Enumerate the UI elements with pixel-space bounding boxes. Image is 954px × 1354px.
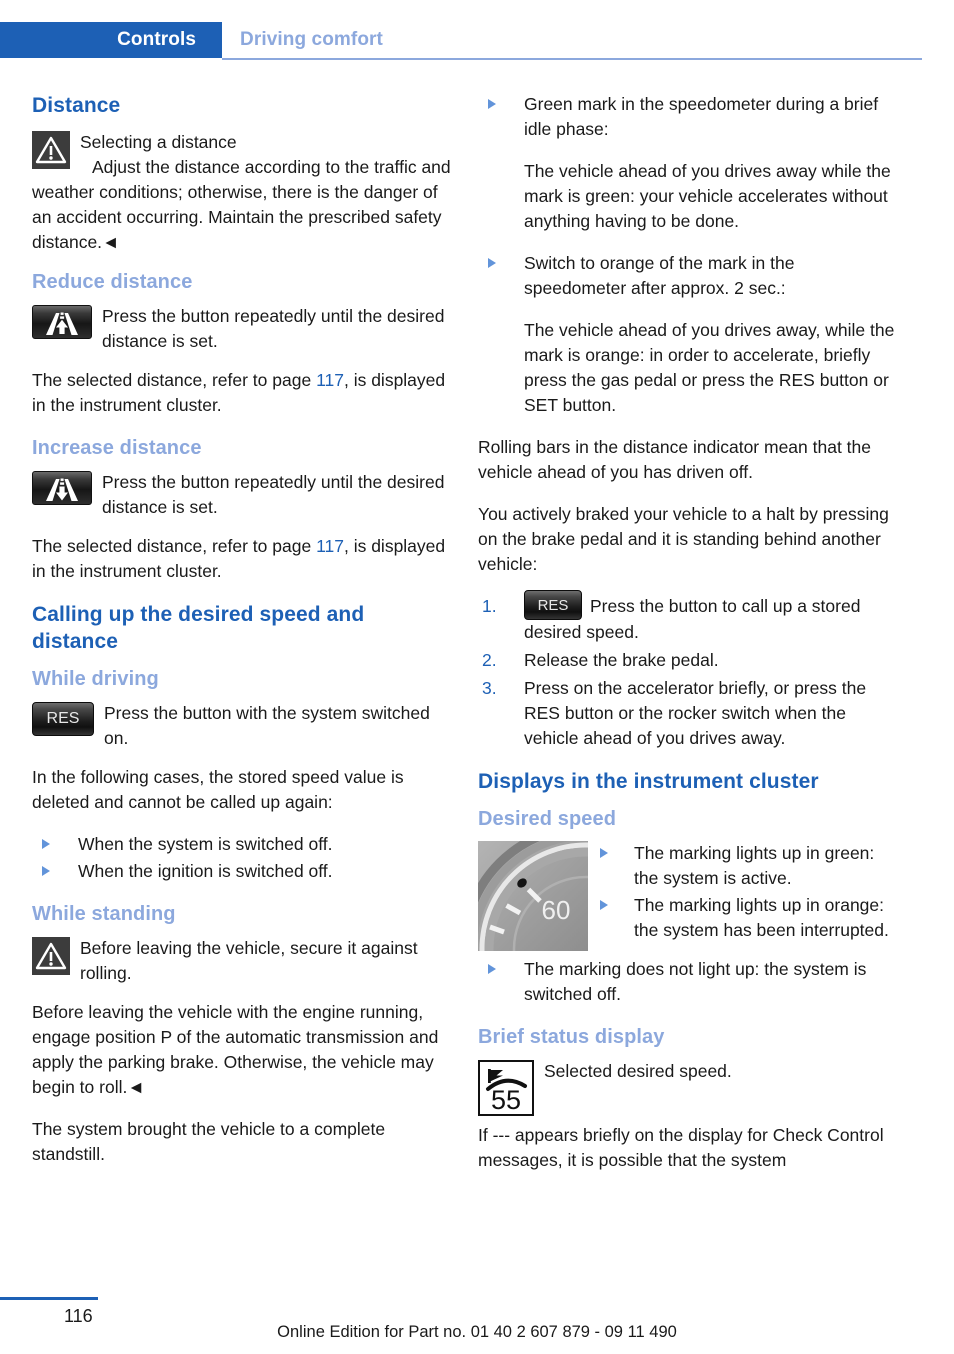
manual-page: Controls Driving comfort Distance Select… — [0, 0, 954, 1354]
speed-marking-bullets: The marking lights up in green: the syst… — [594, 841, 898, 945]
bullet-text: The marking does not light up: the syste… — [524, 959, 867, 1004]
res-button-label-step1: RES — [537, 596, 569, 614]
braked-intro: You actively braked your vehicle to a ha… — [478, 504, 889, 574]
reduce-distance-button-icon[interactable] — [32, 305, 92, 339]
increase-note-pre: The selected distance, refer to page — [32, 536, 317, 556]
warning-block-distance: Selecting a distance Adjust the distance… — [32, 130, 452, 255]
triangle-bullet-icon — [488, 258, 496, 268]
bullet-text: The marking lights up in orange: the sys… — [634, 895, 889, 940]
deleted-speed-intro: In the following cases, the stored speed… — [32, 767, 404, 812]
speed-marking-bullet-list: The marking lights up in green: the syst… — [594, 841, 898, 943]
heading-while-standing: While standing — [32, 903, 176, 925]
marking-off-bullet-list: The marking does not light up: the syste… — [478, 957, 898, 1007]
step-number: 3. — [482, 678, 497, 698]
reduce-distance-instruction: Press the button repeatedly until the de… — [102, 306, 445, 351]
while-driving-block: RES Press the button with the system swi… — [32, 701, 452, 751]
list-item: 3. Press on the accelerator briefly, or … — [478, 676, 898, 751]
list-item: The marking does not light up: the syste… — [478, 957, 898, 1007]
header-divider — [222, 58, 922, 60]
step-number: 2. — [482, 650, 497, 670]
header-section-label: Driving comfort — [240, 29, 383, 50]
list-item: When the system is switched off. — [32, 832, 452, 857]
heading-while-driving: While driving — [32, 668, 159, 690]
increase-distance-block: Press the button repeatedly until the de… — [32, 470, 452, 520]
triangle-bullet-icon — [42, 839, 50, 849]
standing-body-text: Before leaving the vehicle with the engi… — [32, 1002, 439, 1097]
green-mark-body: The vehicle ahead of you drives away whi… — [524, 161, 891, 231]
while-driving-instruction: Press the button with the system switche… — [104, 703, 430, 748]
bullet-text: When the ignition is switched off. — [78, 861, 333, 881]
step-number: 1. — [482, 596, 497, 616]
res-button-label-driving: RES — [46, 710, 80, 727]
step-text: Press on the accelerator briefly, or pre… — [524, 678, 867, 748]
triangle-bullet-icon — [488, 99, 496, 109]
warning-title-distance: Selecting a distance — [80, 132, 237, 152]
deleted-speed-bullet-list: When the system is switched off. When th… — [32, 832, 452, 884]
list-item: Green mark in the speedometer during a b… — [478, 92, 898, 142]
standing-warning-text: Before leaving the vehicle, secure it ag… — [80, 938, 418, 983]
warning-text-distance: Selecting a distance Adjust the distance… — [32, 130, 452, 255]
list-item: The marking lights up in orange: the sys… — [594, 893, 898, 943]
header-chapter-label: Controls — [117, 29, 196, 50]
warning-triangle-icon — [32, 131, 70, 169]
brief-status-caption: Selected desired speed. — [544, 1061, 732, 1081]
increase-distance-button-icon[interactable] — [32, 471, 92, 505]
bullet-text: The marking lights up in green: the syst… — [634, 843, 875, 888]
right-column: Green mark in the speedometer during a b… — [478, 92, 898, 1190]
page-header: Controls Driving comfort — [0, 22, 954, 58]
orange-mark-body: The vehicle ahead of you drives away, wh… — [524, 320, 895, 415]
heading-desired-speed: Desired speed — [478, 808, 617, 830]
increase-distance-instruction: Press the button repeatedly until the de… — [102, 472, 445, 517]
triangle-bullet-icon — [600, 848, 608, 858]
rolling-bars-note: Rolling bars in the distance indicator m… — [478, 437, 872, 482]
status-icon-number: 55 — [491, 1085, 521, 1114]
reduce-distance-block: Press the button repeatedly until the de… — [32, 304, 452, 354]
bullet-text: Switch to orange of the mark in the spee… — [524, 253, 795, 298]
desired-speed-status-icon: 55 — [478, 1060, 534, 1116]
list-item: 2. Release the brake pedal. — [478, 648, 898, 673]
footer-edition-note: Online Edition for Part no. 01 40 2 607 … — [277, 1323, 677, 1341]
step-text: Release the brake pedal. — [524, 650, 719, 670]
triangle-bullet-icon — [42, 866, 50, 876]
mark-behaviour-bullet-list: Green mark in the speedometer during a b… — [478, 92, 898, 142]
reduce-note-pre: The selected distance, refer to page — [32, 370, 317, 390]
header-section-label-wrap: Driving comfort — [240, 22, 383, 58]
footer-divider — [0, 1297, 98, 1300]
restart-steps-list: 1. RES Press the button to call up a sto… — [478, 590, 898, 751]
page-reference-link-117-reduce[interactable]: 117 — [316, 370, 344, 390]
standing-warning-block: Before leaving the vehicle, secure it ag… — [32, 936, 452, 986]
increase-distance-note: The selected distance, refer to page 117… — [32, 534, 452, 584]
triangle-bullet-icon — [488, 964, 496, 974]
heading-increase-distance: Increase distance — [32, 437, 202, 459]
header-chapter-tab: Controls — [0, 22, 222, 58]
bullet-text: Green mark in the speedometer during a b… — [524, 94, 879, 139]
brief-status-block: 55 Selected desired speed. — [478, 1059, 898, 1116]
res-button-icon-step1[interactable]: RES — [524, 590, 582, 620]
check-control-note: If --- appears briefly on the display fo… — [478, 1125, 884, 1170]
speedometer-photo: 60 — [478, 841, 588, 951]
heading-displays-instrument-cluster: Displays in the instrument cluster — [478, 770, 819, 793]
list-item: When the ignition is switched off. — [32, 859, 452, 884]
reduce-distance-note: The selected distance, refer to page 117… — [32, 368, 452, 418]
standstill-note: The system brought the vehicle to a comp… — [32, 1119, 386, 1164]
page-reference-link-117-increase[interactable]: 117 — [316, 536, 344, 556]
orange-mark-bullet-list: Switch to orange of the mark in the spee… — [478, 251, 898, 301]
speedometer-tick-label: 60 — [542, 895, 571, 925]
heading-distance: Distance — [32, 94, 121, 117]
bullet-text: When the system is switched off. — [78, 834, 333, 854]
res-button-icon-driving[interactable]: RES — [32, 702, 94, 736]
warning-body-distance: Adjust the distance according to the tra… — [32, 157, 451, 252]
desired-speed-figure-block: 60 The marking lights up in green: the s… — [478, 841, 898, 951]
warning-triangle-icon — [32, 937, 70, 975]
list-item: The marking lights up in green: the syst… — [594, 841, 898, 891]
triangle-bullet-icon — [600, 900, 608, 910]
heading-reduce-distance: Reduce distance — [32, 271, 193, 293]
list-item: 1. RES Press the button to call up a sto… — [478, 590, 898, 645]
heading-calling-up-speed: Calling up the desired speed and distanc… — [32, 603, 365, 653]
speedometer-image-wrap: 60 — [478, 841, 588, 951]
left-column: Distance Selecting a distance Adjust the… — [32, 92, 452, 1184]
heading-brief-status-display: Brief status display — [478, 1026, 665, 1048]
list-item: Switch to orange of the mark in the spee… — [478, 251, 898, 301]
